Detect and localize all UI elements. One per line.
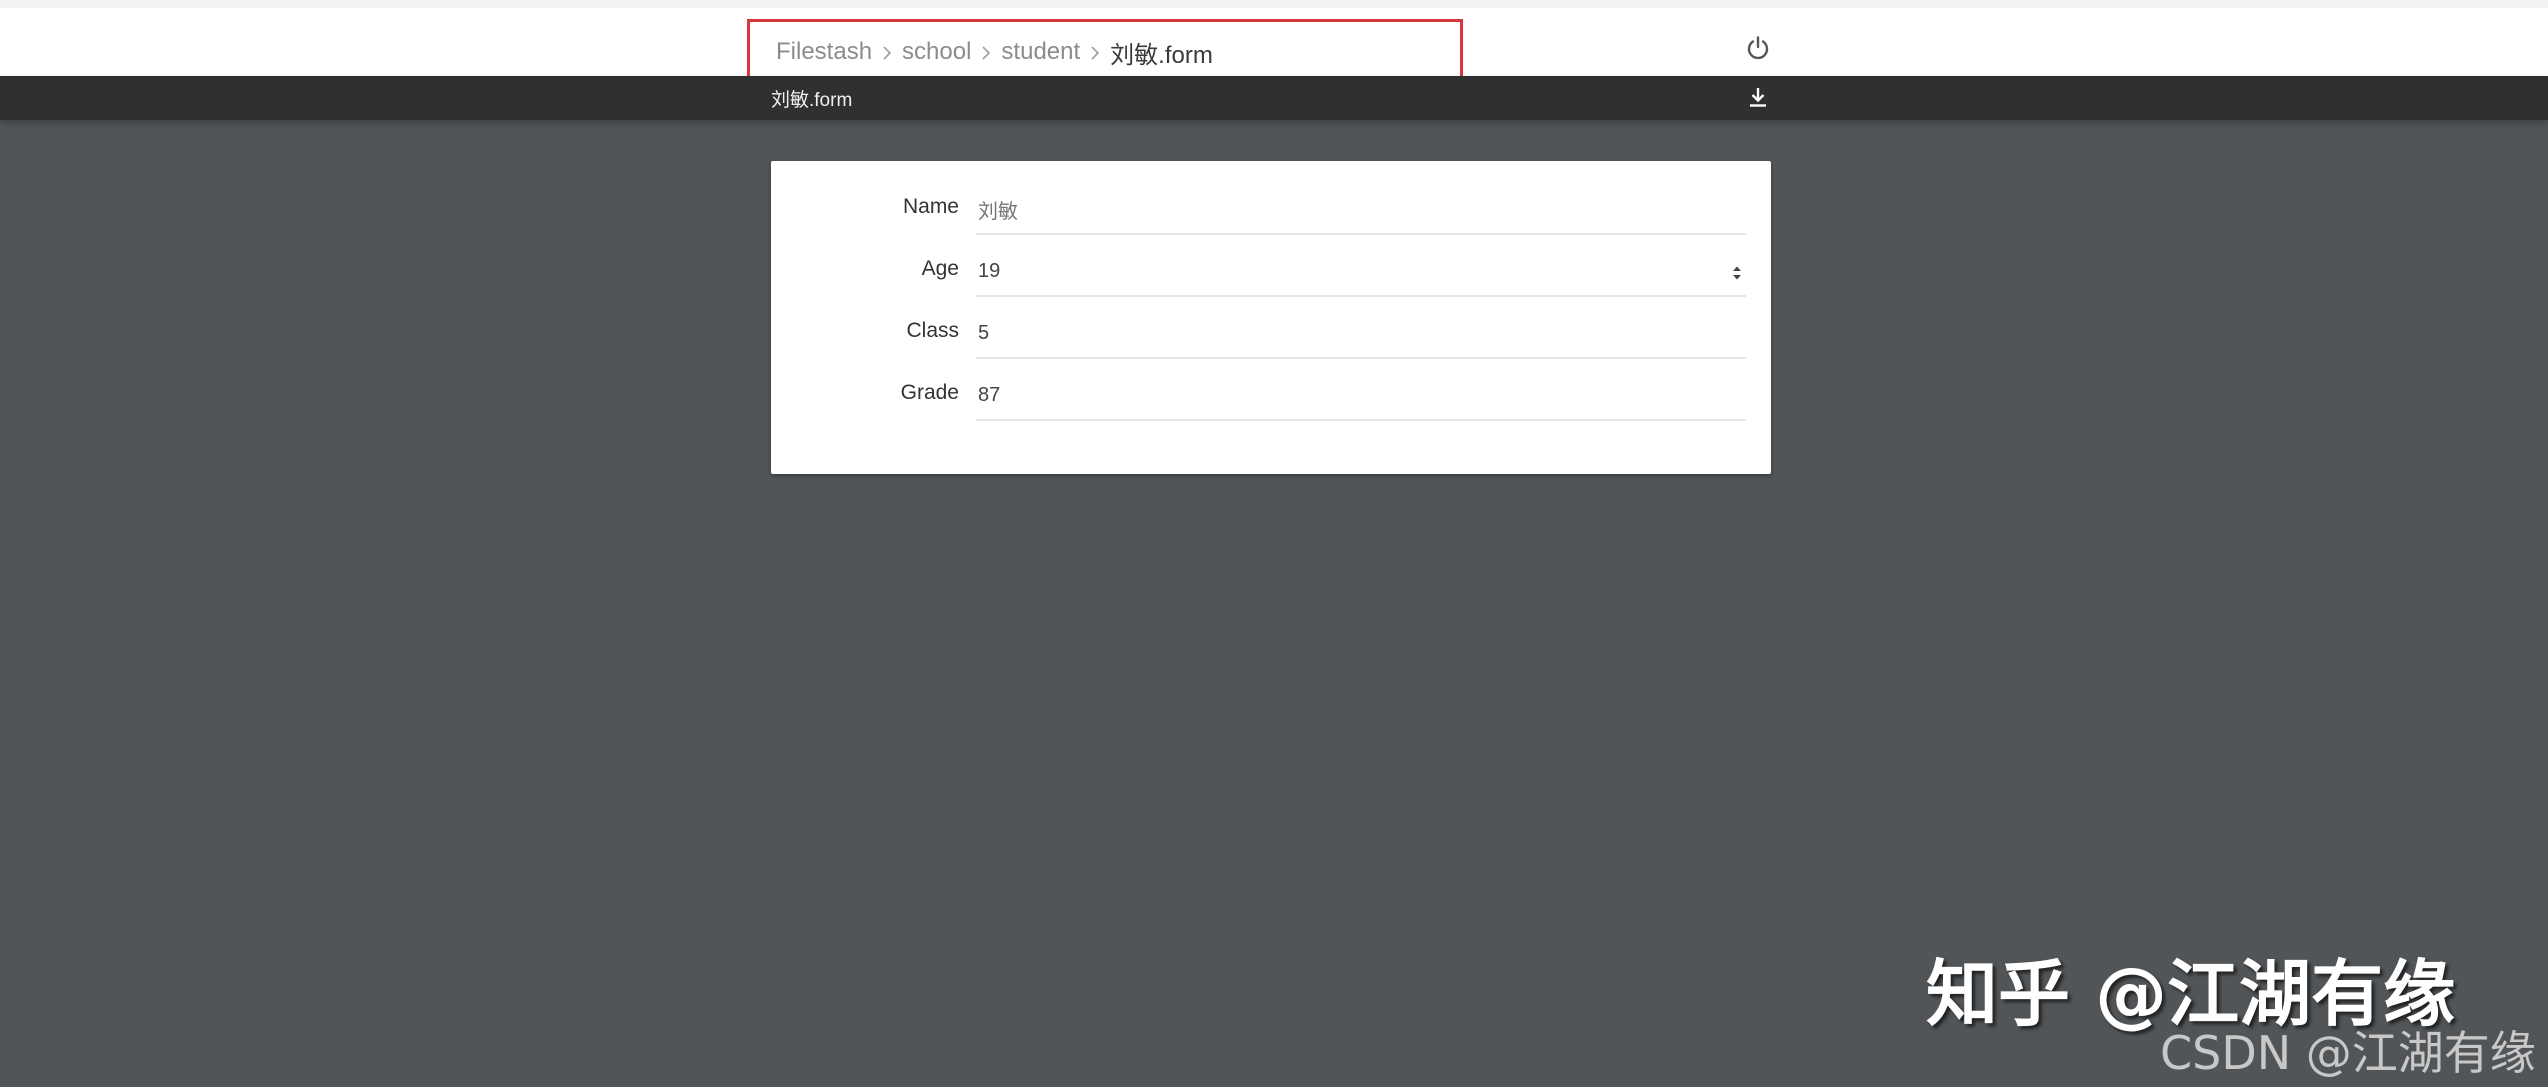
- class-field[interactable]: [976, 309, 1746, 359]
- form-row-name: Name: [771, 185, 1771, 235]
- breadcrumb-item-student[interactable]: student: [1001, 38, 1080, 66]
- grade-label: Grade: [900, 381, 959, 404]
- form-card: Name Age Class Grade: [771, 161, 1771, 474]
- name-label: Name: [902, 195, 959, 218]
- grade-field[interactable]: [976, 371, 1746, 421]
- power-icon[interactable]: [1742, 32, 1774, 64]
- download-icon[interactable]: [1744, 82, 1772, 112]
- chevron-right-icon: [872, 38, 902, 66]
- breadcrumb-item-school[interactable]: school: [902, 38, 971, 66]
- file-title: 刘敏.form: [771, 90, 853, 111]
- csdn-watermark: CSDN @江湖有缘: [2160, 1026, 2536, 1080]
- class-label: Class: [906, 319, 959, 342]
- age-label: Age: [921, 257, 959, 280]
- form-row-class: Class: [771, 309, 1771, 359]
- top-bar: Filestash school student 刘敏.form: [0, 0, 2548, 76]
- chevron-right-icon: [1080, 38, 1110, 66]
- name-field[interactable]: [976, 185, 1746, 235]
- form-row-age: Age: [771, 247, 1771, 297]
- breadcrumb: Filestash school student 刘敏.form: [776, 32, 1213, 72]
- form-row-grade: Grade: [771, 371, 1771, 421]
- chevron-right-icon: [971, 38, 1001, 66]
- breadcrumb-item-current-file[interactable]: 刘敏.form: [1110, 35, 1213, 70]
- age-field[interactable]: [976, 247, 1746, 297]
- age-stepper[interactable]: [1729, 262, 1745, 284]
- breadcrumb-item-filestash[interactable]: Filestash: [776, 38, 872, 66]
- file-title-bar: 刘敏.form: [0, 76, 2548, 120]
